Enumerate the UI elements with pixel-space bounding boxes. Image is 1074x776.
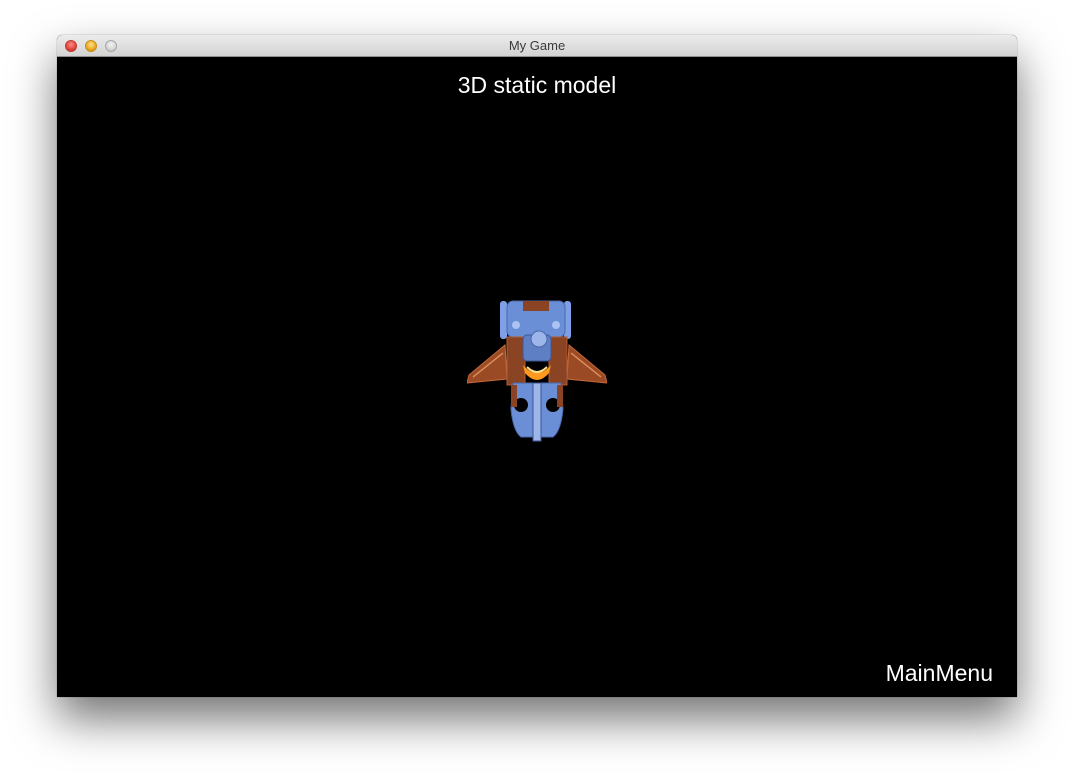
- scene-title: 3D static model: [457, 72, 617, 98]
- game-scene[interactable]: 3D static model MainMenu: [57, 57, 1017, 697]
- main-menu-button[interactable]: MainMenu: [886, 660, 993, 687]
- left-wing: [467, 343, 508, 384]
- title-bar[interactable]: My Game: [57, 35, 1017, 57]
- left-antenna: [500, 301, 507, 339]
- game-window: My Game 3D static model MainMenu: [57, 35, 1017, 697]
- right-wing: [566, 343, 607, 384]
- spaceship-model: [467, 300, 607, 442]
- window-title: My Game: [508, 38, 566, 53]
